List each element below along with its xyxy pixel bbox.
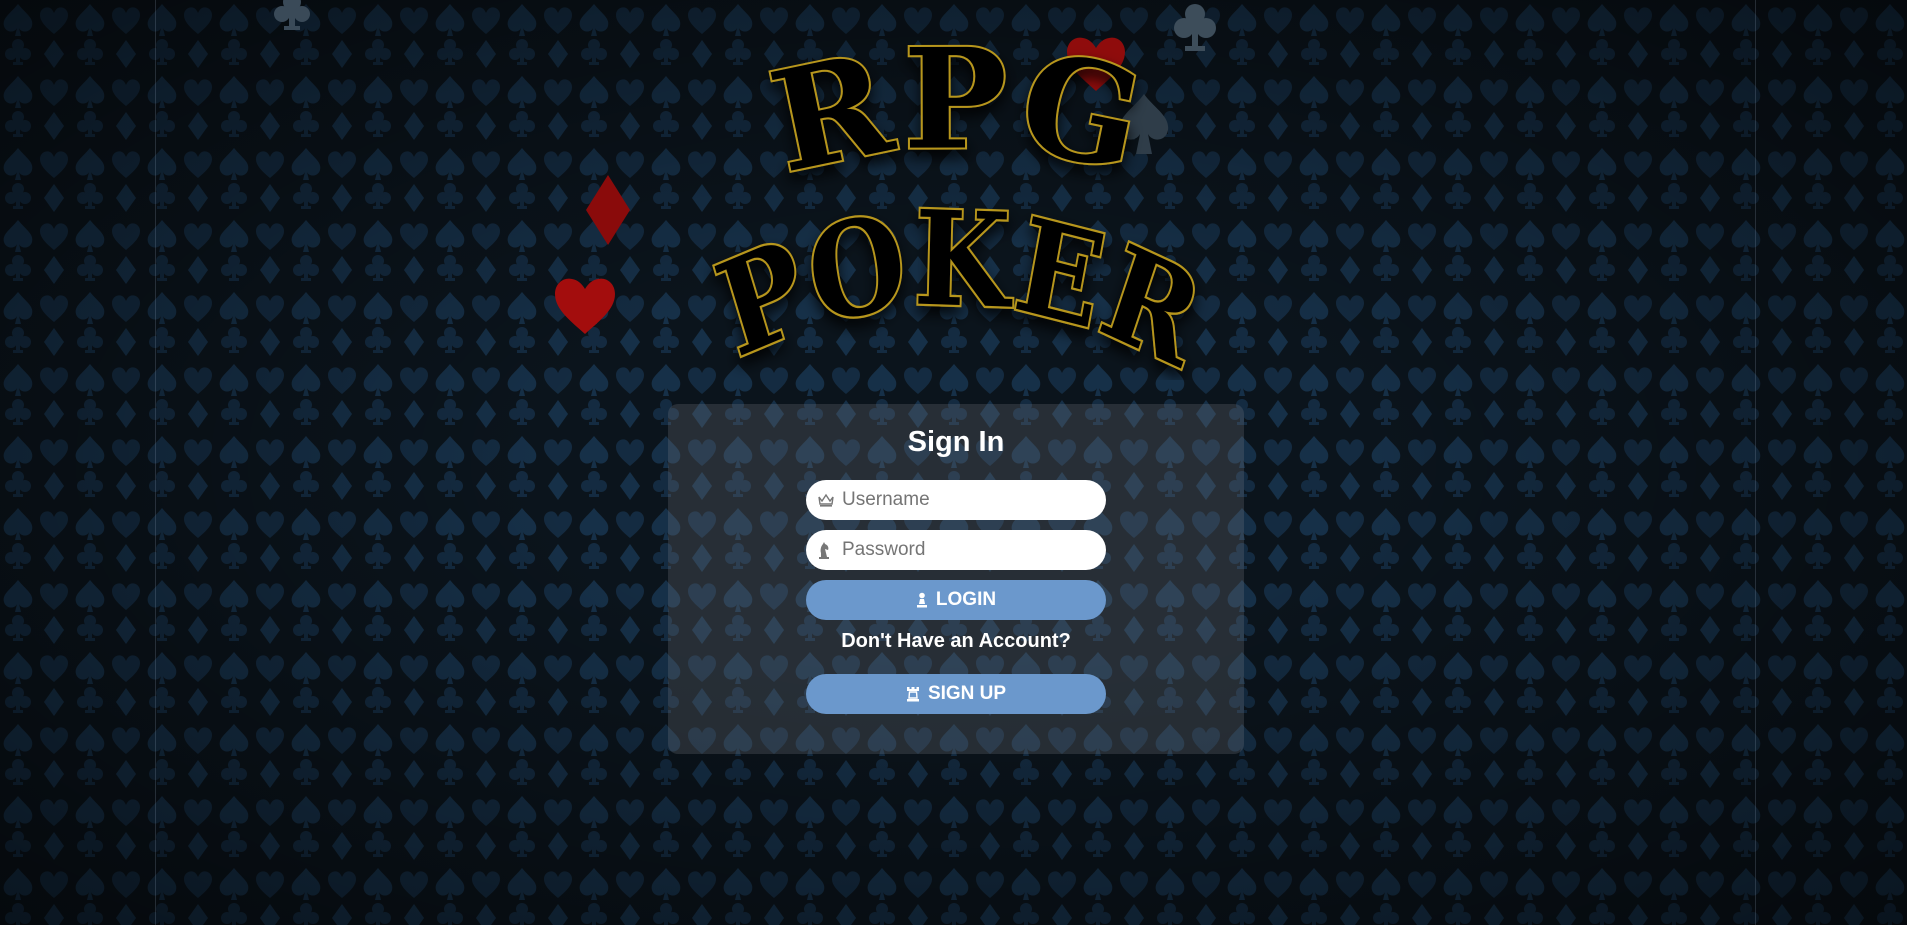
chess-rook-icon — [906, 686, 920, 702]
login-label: LOGIN — [935, 589, 997, 610]
club-deco-icon — [274, 0, 310, 30]
no-account-text: Don't Have an Account? — [841, 630, 1071, 652]
username-input[interactable] — [842, 489, 1082, 511]
signup-button[interactable]: SIGN UP — [806, 674, 1106, 714]
crown-icon — [818, 493, 836, 507]
password-field[interactable] — [806, 530, 1106, 570]
left-border-line — [155, 0, 156, 925]
login-button[interactable]: LOGIN — [806, 580, 1106, 620]
page-root: RPG POKER Sign In Username LOGIN Don't H… — [0, 0, 1907, 925]
heart-deco-icon — [555, 278, 615, 334]
signup-label: SIGN UP — [927, 683, 1007, 704]
svg-text:RPG: RPG — [758, 30, 1161, 204]
diamond-deco-icon — [586, 175, 630, 245]
logo-line-poker: POKER — [700, 181, 1220, 380]
username-field[interactable] — [806, 480, 1106, 520]
signin-panel: Sign In Username LOGIN Don't Have an Acc… — [668, 404, 1244, 754]
logo-line-rpg: RPG — [756, 30, 1157, 206]
rpg-poker-logo: RPG POKER — [700, 30, 1220, 380]
right-border-line — [1755, 0, 1756, 925]
signin-title: Sign In — [907, 426, 1005, 458]
svg-text:POKER: POKER — [702, 183, 1219, 380]
chess-pawn-icon — [916, 592, 928, 608]
chess-knight-icon — [818, 541, 836, 559]
password-input[interactable] — [842, 539, 1082, 561]
